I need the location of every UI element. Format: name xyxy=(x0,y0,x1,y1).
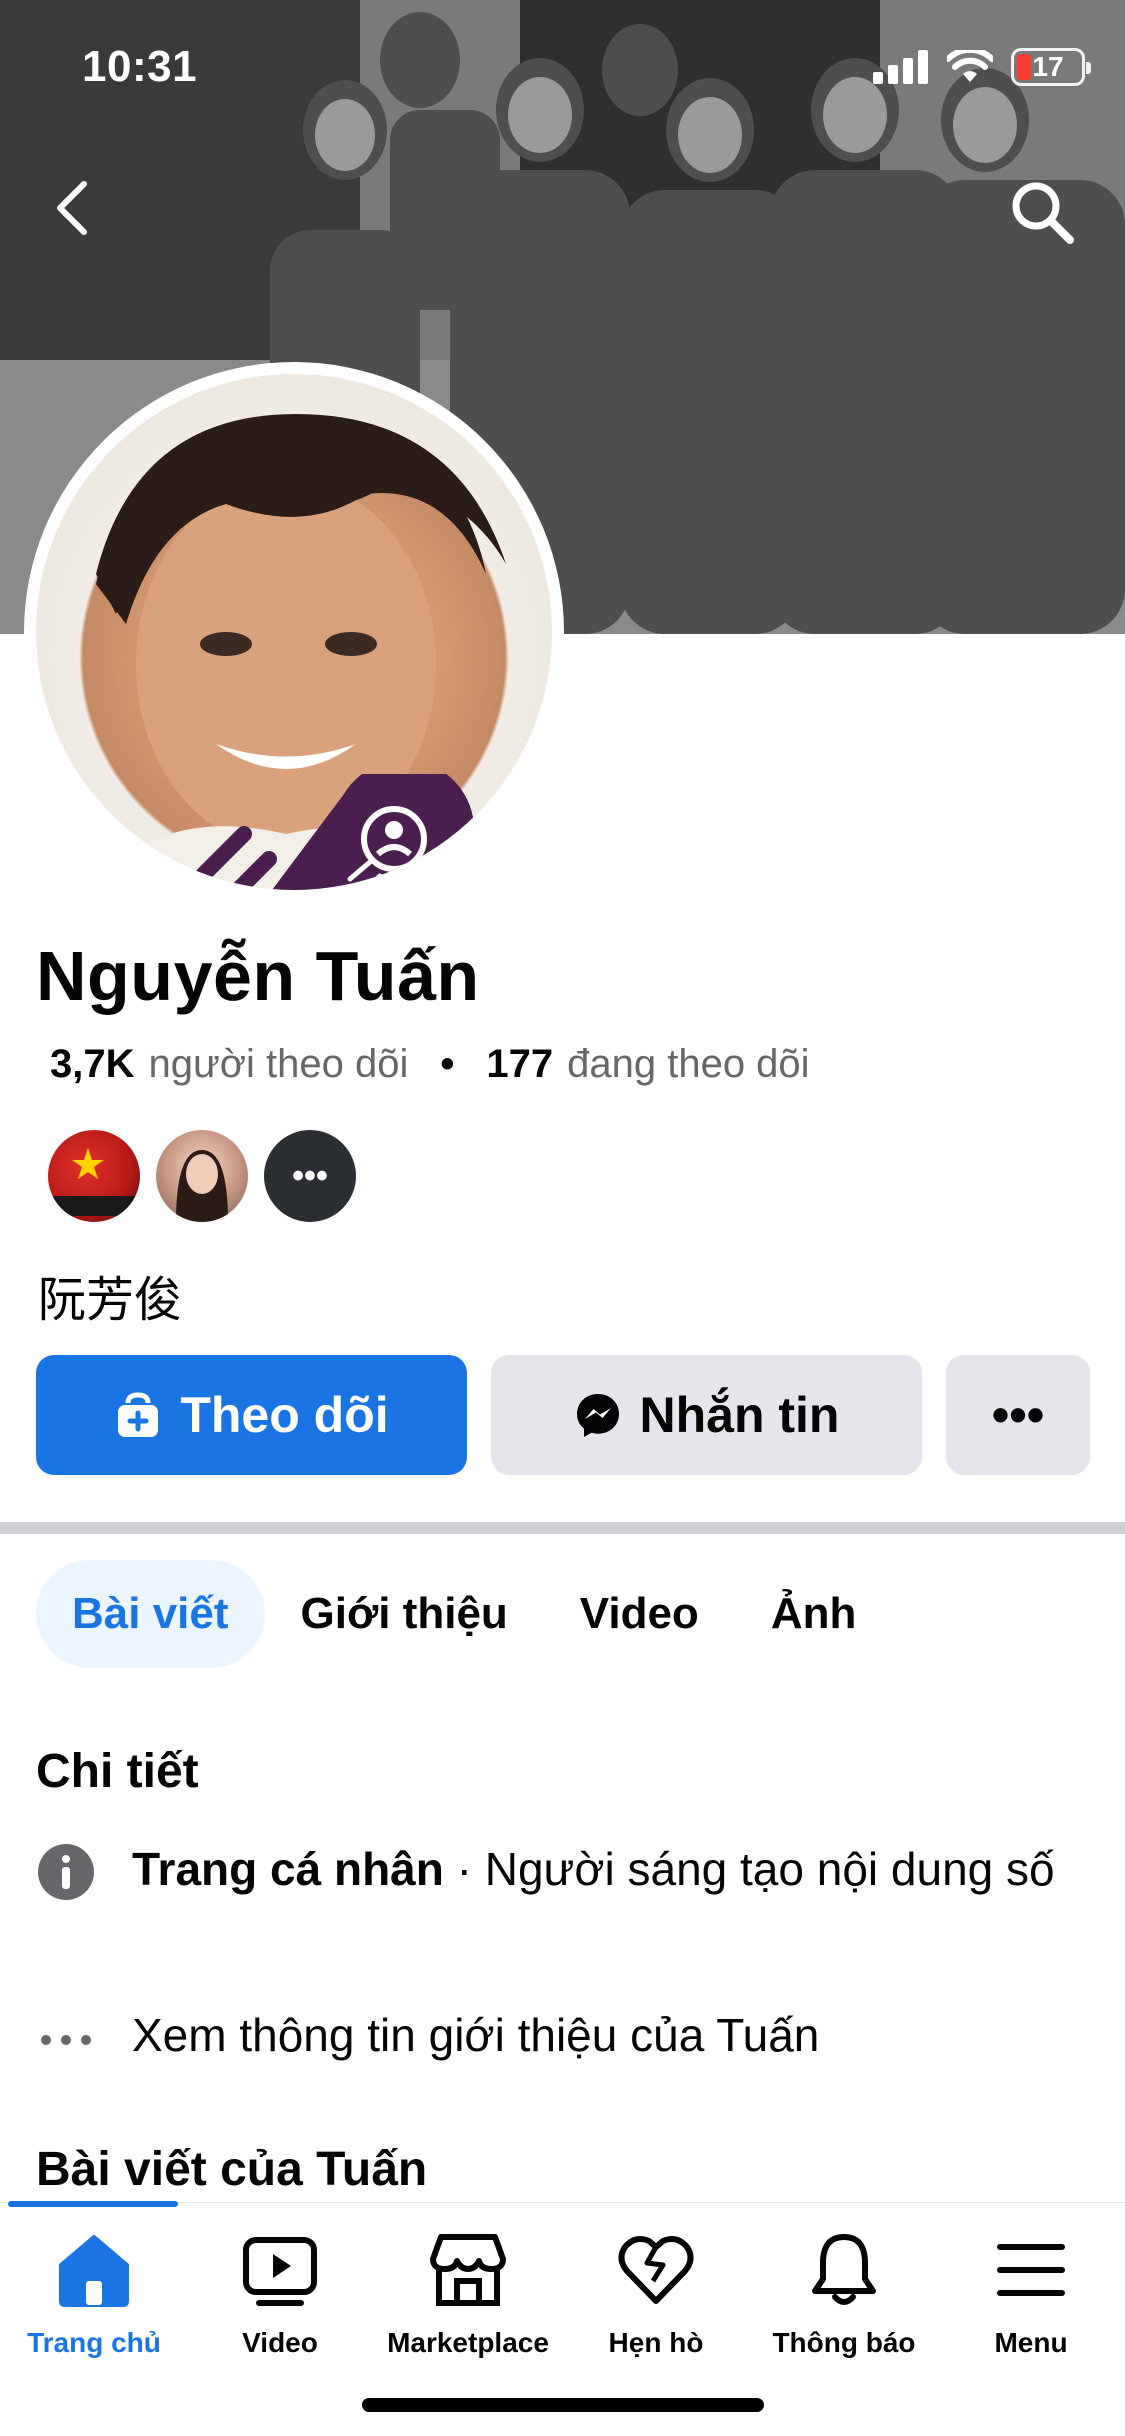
more-dots-icon xyxy=(41,2035,91,2045)
battery-level: 17 xyxy=(1032,51,1064,82)
see-about-link[interactable]: Xem thông tin giới thiệu của Tuấn xyxy=(132,2008,819,2070)
status-time: 10:31 xyxy=(82,42,198,91)
details-heading: Chi tiết xyxy=(36,1745,199,1798)
nav-home[interactable]: Trang chủ xyxy=(0,2231,188,2359)
separator-dot: • xyxy=(440,1042,455,1086)
follow-icon xyxy=(118,1392,159,1437)
nav-menu-label: Menu xyxy=(994,2327,1068,2358)
mutual-avatars[interactable]: ••• xyxy=(46,1128,358,1224)
bell-icon xyxy=(812,2234,876,2305)
nav-menu[interactable]: Menu xyxy=(937,2231,1125,2359)
see-about-row[interactable]: Xem thông tin giới thiệu của Tuấn xyxy=(36,2008,1096,2070)
tab-photos[interactable]: Ảnh xyxy=(735,1560,893,1668)
video-icon xyxy=(243,2237,317,2306)
home-icon xyxy=(59,2235,129,2307)
professional-mode-badge-icon xyxy=(186,774,474,890)
following-label[interactable]: đang theo dõi xyxy=(567,1042,809,1087)
dating-icon xyxy=(618,2236,694,2304)
info-icon xyxy=(38,1844,94,1900)
nav-home-label: Trang chủ xyxy=(27,2327,161,2358)
follow-button[interactable]: Theo dõi xyxy=(36,1355,467,1475)
marketplace-icon xyxy=(430,2234,506,2306)
cellular-signal-icon xyxy=(873,50,928,84)
tab-about[interactable]: Giới thiệu xyxy=(265,1560,544,1668)
section-divider xyxy=(0,1522,1125,1534)
message-label: Nhắn tin xyxy=(639,1387,840,1443)
message-button[interactable]: Nhắn tin xyxy=(491,1355,922,1475)
follow-stats: 3,7K người theo dõi • 177 đang theo dõi xyxy=(50,1042,810,1087)
battery-icon: 17 xyxy=(1011,48,1091,86)
tab-posts[interactable]: Bài viết xyxy=(36,1560,265,1668)
nav-dating[interactable]: Hẹn hò xyxy=(562,2231,750,2359)
nav-notifications-label: Thông báo xyxy=(772,2327,916,2358)
nav-marketplace-label: Marketplace xyxy=(387,2327,549,2358)
status-icons: 17 xyxy=(873,48,1091,86)
page-type-row: Trang cá nhân · Người sáng tạo nội dung … xyxy=(36,1840,1096,1902)
followers-label[interactable]: người theo dõi xyxy=(149,1042,409,1087)
nav-notifications[interactable]: Thông báo xyxy=(750,2231,938,2359)
tab-video[interactable]: Video xyxy=(544,1560,735,1668)
profile-avatar[interactable] xyxy=(24,362,564,902)
menu-icon xyxy=(997,2244,1065,2296)
posts-heading: Bài viết của Tuấn xyxy=(36,2143,428,2196)
nav-marketplace[interactable]: Marketplace xyxy=(374,2231,562,2359)
wifi-icon xyxy=(947,50,993,82)
nav-dating-label: Hẹn hò xyxy=(608,2327,704,2358)
profile-bio: 阮芳俊 xyxy=(38,1274,183,1327)
page-type-bold: Trang cá nhân xyxy=(132,1843,444,1895)
more-followers-button[interactable]: ••• xyxy=(262,1128,358,1224)
follower-avatar[interactable] xyxy=(154,1128,250,1224)
page-type-rest: · Người sáng tạo nội dung số xyxy=(443,1843,1055,1895)
following-count[interactable]: 177 xyxy=(486,1042,553,1087)
avatar-photo xyxy=(36,374,552,890)
search-icon[interactable] xyxy=(1008,178,1078,248)
more-options-button[interactable]: ••• xyxy=(946,1355,1090,1475)
follower-avatar[interactable] xyxy=(46,1128,142,1224)
home-indicator[interactable] xyxy=(362,2398,764,2412)
follow-label: Theo dõi xyxy=(180,1387,389,1443)
followers-count[interactable]: 3,7K xyxy=(50,1042,135,1087)
profile-tabs: Bài viết Giới thiệu Video Ảnh xyxy=(36,1560,892,1668)
messenger-icon xyxy=(576,1394,619,1437)
nav-video-label: Video xyxy=(242,2327,318,2358)
back-arrow-icon[interactable] xyxy=(48,178,98,238)
active-tab-indicator xyxy=(8,2201,178,2207)
nav-video[interactable]: Video xyxy=(186,2231,374,2359)
profile-name: Nguyễn Tuấn xyxy=(36,937,480,1015)
